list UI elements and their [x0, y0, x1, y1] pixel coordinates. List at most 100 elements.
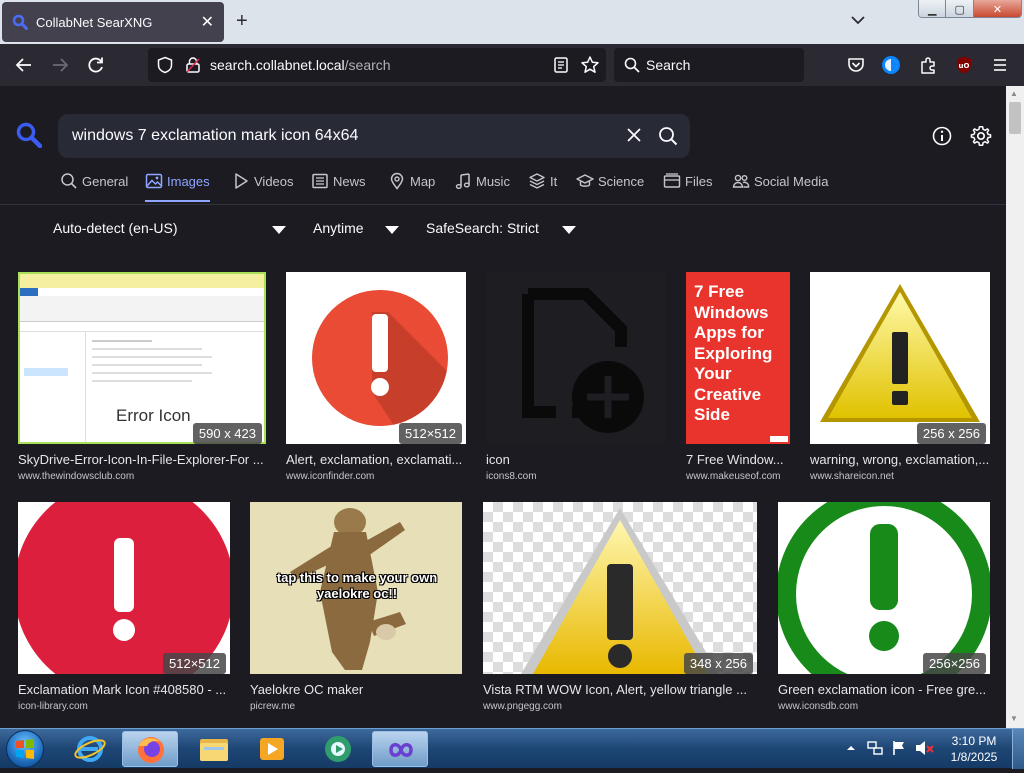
browser-search-placeholder: Search	[646, 57, 691, 73]
result-url: icons8.com	[486, 471, 537, 482]
tab-social-media[interactable]: Social Media	[732, 172, 828, 202]
reload-icon[interactable]	[86, 55, 106, 75]
tab-map[interactable]: Map	[388, 172, 435, 202]
pocket-icon[interactable]	[846, 55, 866, 75]
search-query-box[interactable]: windows 7 exclamation mark icon 64x64	[58, 114, 690, 158]
result-title[interactable]: Green exclamation icon - Free gre...	[778, 682, 990, 697]
show-desktop-button[interactable]	[1012, 729, 1024, 769]
result-title[interactable]: icon	[486, 452, 666, 467]
tab-general[interactable]: General	[60, 172, 128, 202]
yellow-warning-triangle-icon	[820, 284, 980, 422]
chevron-down-icon[interactable]	[385, 226, 399, 234]
browser-tab[interactable]: CollabNet SearXNG ✕	[2, 2, 224, 42]
forward-arrow-icon[interactable]	[50, 55, 70, 75]
language-select[interactable]: Auto-detect (en-US)	[53, 220, 178, 240]
info-icon[interactable]	[932, 126, 952, 146]
firefox-icon	[138, 737, 164, 763]
taskbar-internet-explorer[interactable]	[62, 731, 118, 767]
time-range-select[interactable]: Anytime	[313, 220, 364, 240]
safesearch-select[interactable]: SafeSearch: Strict	[426, 220, 539, 240]
hamburger-menu-icon[interactable]	[990, 55, 1010, 75]
image-result[interactable]: 256 x 256 warning, wrong, exclamation,..…	[810, 272, 990, 482]
page-scrollbar[interactable]: ▲ ▼	[1006, 86, 1024, 728]
chevron-down-icon[interactable]	[562, 226, 576, 234]
result-thumbnail[interactable]: 256×256	[778, 502, 990, 674]
shield-icon[interactable]	[156, 56, 174, 74]
searxng-logo-icon[interactable]	[16, 122, 42, 148]
scroll-down-arrow-icon[interactable]: ▼	[1010, 714, 1018, 723]
image-result[interactable]: 512×512 Exclamation Mark Icon #408580 - …	[18, 502, 230, 712]
scrollbar-thumb[interactable]	[1009, 102, 1021, 134]
tab-label: News	[333, 174, 366, 189]
image-result[interactable]: Error Icon 590 x 423 SkyDrive-Error-Icon…	[18, 272, 266, 482]
result-thumbnail[interactable]: 7 Free Windows Apps for Exploring Your C…	[686, 272, 790, 444]
scroll-up-arrow-icon[interactable]: ▲	[1010, 89, 1018, 98]
system-clock[interactable]: 3:10 PM 1/8/2025	[944, 733, 1004, 765]
tab-images[interactable]: Images	[145, 172, 210, 202]
browser-search-box[interactable]: Search	[614, 48, 804, 82]
reader-view-icon[interactable]	[552, 56, 570, 74]
bookmark-star-icon[interactable]	[580, 55, 600, 75]
taskbar-network-app[interactable]	[372, 731, 428, 767]
taskbar-file-explorer[interactable]	[186, 731, 242, 767]
submit-search-icon[interactable]	[658, 126, 678, 146]
url-text[interactable]: search.collabnet.local/search	[210, 57, 391, 73]
maximize-icon[interactable]: ▢	[946, 0, 974, 17]
tab-music[interactable]: Music	[454, 172, 510, 202]
tab-news[interactable]: News	[311, 172, 366, 202]
ublock-origin-icon[interactable]: uO	[954, 55, 974, 75]
result-title[interactable]: Yaelokre OC maker	[250, 682, 462, 697]
action-center-flag-icon[interactable]	[890, 739, 908, 757]
result-title[interactable]: warning, wrong, exclamation,...	[810, 452, 990, 467]
result-thumbnail[interactable]: 348 x 256	[483, 502, 757, 674]
extensions-puzzle-icon[interactable]	[918, 55, 938, 75]
start-button[interactable]	[6, 730, 44, 768]
image-result[interactable]: tap this to make your own yaelokre oc!! …	[250, 502, 462, 712]
image-dimensions-badge: 256×256	[923, 653, 986, 674]
searxng-page: windows 7 exclamation mark icon 64x64 Ge…	[0, 86, 1006, 728]
graduation-cap-icon	[576, 174, 594, 187]
tab-label: Music	[476, 174, 510, 189]
close-window-icon[interactable]: ✕	[973, 0, 1021, 17]
network-icon[interactable]	[866, 739, 884, 757]
result-title[interactable]: Alert, exclamation, exclamati...	[286, 452, 466, 467]
minimize-icon[interactable]: ▁	[919, 0, 947, 17]
chevron-down-icon[interactable]	[272, 226, 286, 234]
tab-label: Files	[685, 174, 713, 189]
tab-videos[interactable]: Videos	[232, 172, 294, 202]
result-thumbnail[interactable]: 512×512	[286, 272, 466, 444]
result-title[interactable]: Vista RTM WOW Icon, Alert, yellow triang…	[483, 682, 757, 697]
image-result[interactable]: 7 Free Windows Apps for Exploring Your C…	[686, 272, 790, 482]
url-bar[interactable]: search.collabnet.local/search	[148, 48, 606, 82]
thumbnail-overlay-text: 7 Free Windows Apps for Exploring Your C…	[694, 282, 773, 424]
result-title[interactable]: Exclamation Mark Icon #408580 - ...	[18, 682, 230, 697]
volume-muted-icon[interactable]	[914, 739, 934, 757]
chevron-down-icon[interactable]	[850, 12, 866, 28]
result-thumbnail[interactable]: Error Icon 590 x 423	[18, 272, 266, 444]
gear-icon[interactable]	[970, 125, 992, 147]
taskbar-firefox[interactable]	[122, 731, 178, 767]
lock-warning-icon[interactable]	[184, 56, 202, 74]
result-thumbnail[interactable]: tap this to make your own yaelokre oc!!	[250, 502, 462, 674]
tab-science[interactable]: Science	[576, 172, 644, 202]
result-thumbnail[interactable]	[486, 272, 666, 444]
result-thumbnail[interactable]: 256 x 256	[810, 272, 990, 444]
account-icon[interactable]	[881, 55, 901, 75]
show-hidden-icons-icon[interactable]	[846, 743, 856, 753]
result-title[interactable]: SkyDrive-Error-Icon-In-File-Explorer-For…	[18, 452, 266, 467]
taskbar-app[interactable]	[310, 731, 366, 767]
result-thumbnail[interactable]: 512×512	[18, 502, 230, 674]
clear-query-icon[interactable]	[626, 127, 642, 143]
tab-close-icon[interactable]: ✕	[201, 12, 214, 32]
search-input[interactable]: windows 7 exclamation mark icon 64x64	[72, 127, 358, 145]
image-result[interactable]: 256×256 Green exclamation icon - Free gr…	[778, 502, 990, 712]
tab-files[interactable]: Files	[663, 172, 712, 202]
image-result[interactable]: icon icons8.com	[486, 272, 666, 482]
new-tab-plus-icon[interactable]: +	[236, 10, 248, 33]
back-arrow-icon[interactable]	[14, 55, 34, 75]
image-result[interactable]: 348 x 256 Vista RTM WOW Icon, Alert, yel…	[483, 502, 757, 712]
taskbar-media-player[interactable]	[244, 731, 300, 767]
tab-it[interactable]: It	[528, 172, 557, 202]
result-title[interactable]: 7 Free Window...	[686, 452, 790, 467]
image-result[interactable]: 512×512 Alert, exclamation, exclamati...…	[286, 272, 466, 482]
